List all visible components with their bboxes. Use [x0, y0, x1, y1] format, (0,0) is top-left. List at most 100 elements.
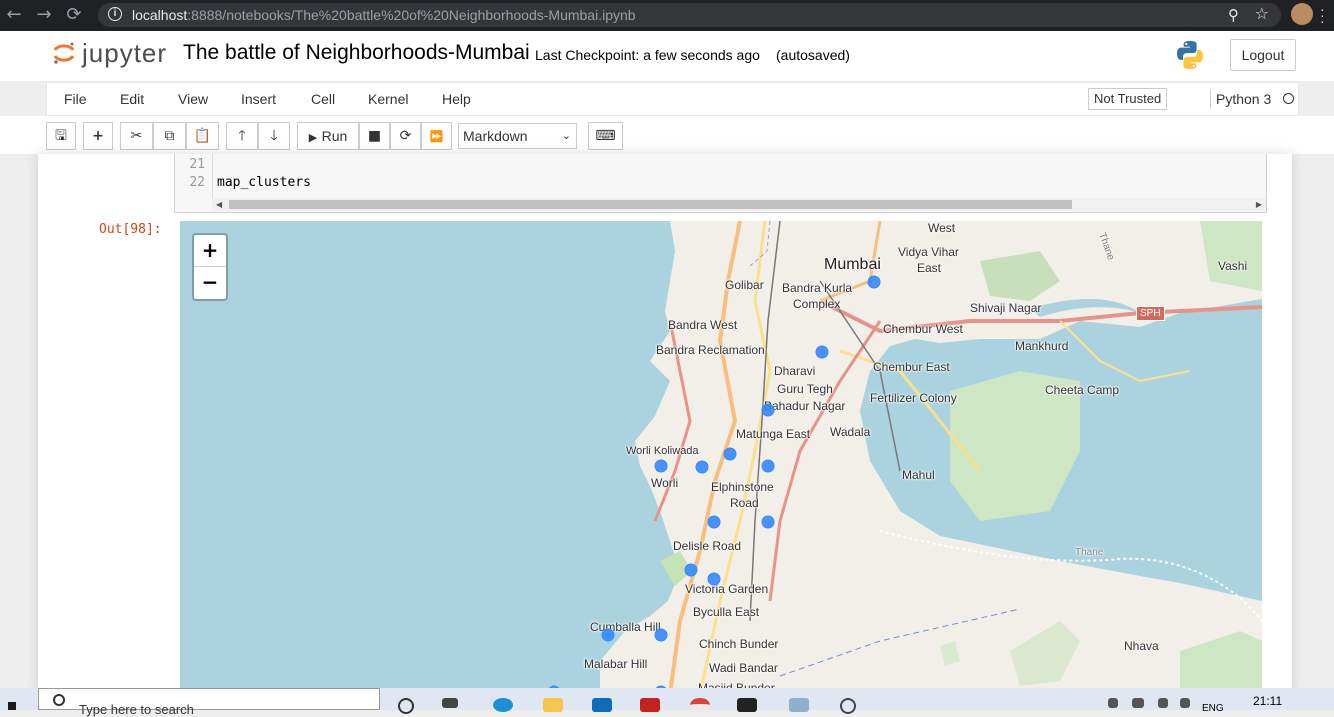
command-palette-button[interactable]: ⌨: [588, 122, 623, 150]
code-line[interactable]: map_clusters: [217, 175, 311, 190]
paste-icon: 📋: [193, 128, 212, 144]
save-button[interactable]: 🖫: [46, 122, 76, 150]
run-label: Run: [321, 128, 348, 144]
zoom-icon[interactable]: ⚲: [1228, 6, 1239, 24]
paste-button[interactable]: 📋: [186, 122, 219, 150]
cluster-marker[interactable]: [815, 345, 829, 359]
code-cell-editor[interactable]: 21 22 map_clusters ◀ ▶: [174, 154, 1267, 213]
site-info-icon[interactable]: i: [108, 7, 122, 21]
keyboard-icon: ⌨: [595, 128, 616, 144]
zoom-in-button[interactable]: +: [194, 235, 226, 267]
cluster-markers-layer: [547, 275, 881, 694]
horizontal-scrollbar[interactable]: ◀ ▶: [212, 198, 1266, 211]
restart-button[interactable]: ⟳: [390, 122, 421, 150]
cluster-marker[interactable]: [695, 460, 709, 474]
menu-kernel[interactable]: Kernel: [368, 91, 408, 107]
browser-menu-icon[interactable]: · · ·: [1320, 2, 1325, 28]
stop-icon: ■: [367, 128, 382, 144]
taskbar-search-box[interactable]: Type here to search: [38, 688, 380, 717]
os-taskbar: Type here to search ENG 21:11: [0, 688, 1334, 717]
cluster-marker[interactable]: [867, 275, 881, 289]
url-text[interactable]: localhost:8888/notebooks/The%20battle%20…: [132, 7, 636, 23]
reload-icon[interactable]: ⟳: [64, 5, 84, 25]
kernel-name: Python 3: [1216, 91, 1272, 107]
arrow-up-icon: 🡑: [238, 128, 246, 144]
zoom-out-button[interactable]: −: [194, 267, 226, 299]
autosave-status: (autosaved): [776, 47, 850, 63]
menu-file[interactable]: File: [64, 91, 87, 107]
menu-view[interactable]: View: [178, 91, 208, 107]
menu-insert[interactable]: Insert: [241, 91, 276, 107]
copy-button[interactable]: ⧉: [153, 122, 186, 150]
scroll-left-icon[interactable]: ◀: [216, 198, 222, 211]
jupyter-logo-text[interactable]: jupyter: [82, 38, 167, 69]
output-prompt: Out[98]:: [99, 222, 162, 237]
arrow-down-icon: 🡓: [270, 128, 278, 144]
browser-chrome: ← → ⟳ i localhost:8888/notebooks/The%20b…: [0, 0, 1334, 31]
tray-network-icon[interactable]: [1108, 698, 1118, 708]
insert-cell-button[interactable]: +: [83, 122, 113, 150]
save-icon: 🖫: [55, 128, 67, 144]
line-number: 21: [189, 157, 205, 172]
notebook-toolbar: 🖫 + ✂ ⧉ 📋 🡑 🡓 ▶ Run ■ ⟳ ⏩ Markdown ⌄ ⌨: [0, 116, 1334, 154]
copy-icon: ⧉: [164, 128, 175, 144]
cluster-marker[interactable]: [761, 403, 775, 417]
url-host: localhost: [132, 7, 188, 23]
cluster-marker[interactable]: [707, 515, 721, 529]
logout-button[interactable]: Logout: [1230, 39, 1296, 71]
play-icon: ▶: [308, 131, 318, 144]
tray-wifi-icon[interactable]: [1158, 698, 1168, 708]
plus-icon: +: [92, 128, 104, 144]
input-language[interactable]: ENG: [1202, 703, 1224, 714]
taskbar-clock[interactable]: 21:11: [1253, 694, 1282, 708]
folium-map[interactable]: West Vidya Vihar East Thane Vashi Mumbai…: [180, 221, 1262, 694]
jupyter-logo-icon[interactable]: [52, 41, 76, 65]
scroll-right-icon[interactable]: ▶: [1256, 198, 1262, 211]
bookmark-star-icon[interactable]: ☆: [1255, 4, 1269, 23]
kernel-divider: [1210, 89, 1211, 109]
forward-icon[interactable]: →: [34, 5, 54, 25]
tray-volume-icon[interactable]: [1180, 698, 1190, 708]
cell-type-select[interactable]: Markdown ⌄: [458, 123, 577, 149]
cluster-marker[interactable]: [654, 459, 668, 473]
trust-status-button[interactable]: Not Trusted: [1088, 88, 1168, 110]
python-logo-icon: [1177, 41, 1203, 69]
kernel-idle-indicator-icon: [1283, 93, 1294, 104]
notebook-title[interactable]: The battle of Neighborhoods-Mumbai: [183, 41, 530, 65]
cluster-marker[interactable]: [707, 572, 721, 586]
cortana-icon[interactable]: [398, 698, 414, 714]
notebook-container: 21 22 map_clusters ◀ ▶ Out[98]: West Vid…: [38, 154, 1292, 694]
search-icon: [53, 694, 65, 706]
address-bar[interactable]: i localhost:8888/notebooks/The%20battle%…: [98, 3, 1281, 27]
task-view-icon[interactable]: [442, 698, 458, 708]
settings-gear-icon[interactable]: [840, 698, 856, 714]
line-number-gutter: 21 22: [175, 154, 213, 198]
tray-chevron-icon[interactable]: [1082, 698, 1092, 708]
windows-start-icon[interactable]: [8, 702, 16, 710]
fast-forward-icon: ⏩: [429, 130, 444, 143]
notebook-header: jupyter The battle of Neighborhoods-Mumb…: [0, 31, 1334, 81]
menu-bar: File Edit View Insert Cell Kernel Help N…: [46, 82, 1299, 116]
menu-edit[interactable]: Edit: [120, 91, 144, 107]
chevron-down-icon: ⌄: [561, 129, 571, 142]
scrollbar-thumb[interactable]: [229, 200, 1072, 209]
menu-cell[interactable]: Cell: [311, 91, 335, 107]
restart-run-all-button[interactable]: ⏩: [421, 122, 452, 150]
interrupt-button[interactable]: ■: [359, 122, 390, 150]
cluster-marker[interactable]: [654, 628, 668, 642]
cluster-marker[interactable]: [684, 563, 698, 577]
cluster-marker[interactable]: [601, 628, 615, 642]
run-button[interactable]: ▶ Run: [297, 122, 359, 150]
cluster-marker[interactable]: [761, 515, 775, 529]
cluster-marker[interactable]: [761, 459, 775, 473]
move-down-button[interactable]: 🡓: [258, 122, 290, 150]
move-up-button[interactable]: 🡑: [226, 122, 258, 150]
profile-avatar[interactable]: [1291, 3, 1313, 25]
scissors-icon: ✂: [130, 128, 143, 144]
back-icon[interactable]: ←: [4, 5, 24, 25]
tray-battery-icon[interactable]: [1132, 698, 1144, 708]
cluster-marker[interactable]: [723, 447, 737, 461]
cut-button[interactable]: ✂: [120, 122, 153, 150]
menu-help[interactable]: Help: [442, 91, 471, 107]
cell-type-value: Markdown: [463, 128, 528, 144]
